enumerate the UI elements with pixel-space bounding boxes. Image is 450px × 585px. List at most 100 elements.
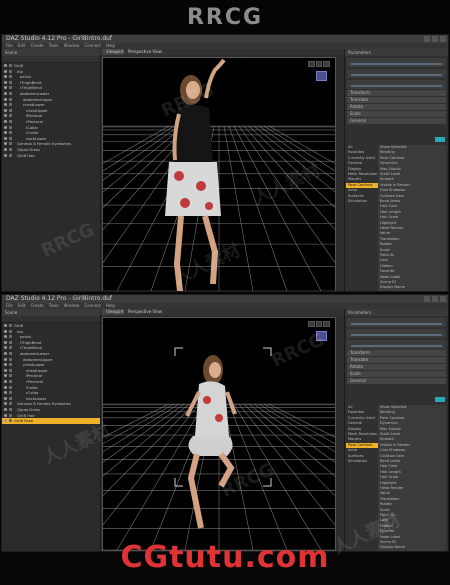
visibility-icon[interactable] <box>4 64 7 67</box>
lock-icon[interactable] <box>9 131 12 135</box>
dolly-camera-button[interactable] <box>323 61 331 67</box>
property-field[interactable]: Preset <box>378 290 446 291</box>
visibility-icon[interactable] <box>4 119 7 123</box>
parameters-tab[interactable]: Parameters <box>345 49 448 56</box>
parameter-section-header[interactable]: Translate <box>347 97 446 103</box>
pan-camera-button[interactable] <box>315 61 323 67</box>
parameters-tab[interactable]: Parameters <box>345 309 448 316</box>
parameter-slider[interactable] <box>351 323 442 325</box>
parameter-slider[interactable] <box>351 334 442 336</box>
lock-icon[interactable] <box>9 402 12 406</box>
lock-icon[interactable] <box>9 142 12 146</box>
visibility-icon[interactable] <box>4 80 7 84</box>
lock-icon[interactable] <box>9 64 12 67</box>
parameter-section-header[interactable]: Translate <box>347 357 446 363</box>
minimize-button[interactable] <box>424 296 430 302</box>
visibility-icon[interactable] <box>4 396 7 400</box>
lock-icon[interactable] <box>9 346 12 350</box>
parameter-section-header[interactable]: Rotate <box>347 364 446 370</box>
lock-icon[interactable] <box>9 80 12 84</box>
visibility-icon[interactable] <box>4 374 7 378</box>
accent-toggle-button[interactable] <box>435 137 445 142</box>
visibility-icon[interactable] <box>4 75 7 79</box>
viewport-tab[interactable]: Perspective View <box>124 309 166 315</box>
parameter-slider[interactable] <box>351 345 442 347</box>
visibility-icon[interactable] <box>4 108 7 112</box>
scene-tab[interactable]: Scene <box>2 309 100 316</box>
lock-icon[interactable] <box>9 391 12 395</box>
visibility-icon[interactable] <box>4 329 7 333</box>
scene-tree-row[interactable]: Girl8 Pose <box>2 418 100 424</box>
lock-icon[interactable] <box>9 385 12 389</box>
parameter-section-header[interactable]: Scale <box>347 111 446 117</box>
lock-icon[interactable] <box>9 97 12 101</box>
parameter-section-header[interactable]: Rotate <box>347 104 446 110</box>
parameter-section-header[interactable]: Scale <box>347 371 446 377</box>
parameter-slider[interactable] <box>351 63 442 65</box>
lock-icon[interactable] <box>9 340 12 344</box>
visibility-icon[interactable] <box>4 142 7 146</box>
visibility-icon[interactable] <box>4 136 7 140</box>
lock-icon[interactable] <box>9 419 12 423</box>
visibility-icon[interactable] <box>4 346 7 350</box>
visibility-icon[interactable] <box>4 147 7 151</box>
visibility-icon[interactable] <box>4 351 7 355</box>
pan-camera-button[interactable] <box>315 321 323 327</box>
lock-icon[interactable] <box>9 329 12 333</box>
lock-icon[interactable] <box>9 335 12 339</box>
visibility-icon[interactable] <box>4 402 7 406</box>
visibility-icon[interactable] <box>4 363 7 367</box>
visibility-icon[interactable] <box>4 97 7 101</box>
character-figure[interactable] <box>165 58 226 291</box>
visibility-icon[interactable] <box>4 103 7 107</box>
close-button[interactable] <box>440 36 446 42</box>
lock-icon[interactable] <box>9 108 12 112</box>
lock-icon[interactable] <box>9 374 12 378</box>
lock-icon[interactable] <box>9 379 12 383</box>
parameter-section-header[interactable]: Transform <box>347 350 446 356</box>
lock-icon[interactable] <box>9 363 12 367</box>
lock-icon[interactable] <box>9 407 12 411</box>
lock-icon[interactable] <box>9 86 12 90</box>
visibility-icon[interactable] <box>4 379 7 383</box>
maximize-button[interactable] <box>432 296 438 302</box>
lock-icon[interactable] <box>9 119 12 123</box>
parameter-slider[interactable] <box>351 74 442 76</box>
visibility-icon[interactable] <box>4 340 7 344</box>
minimize-button[interactable] <box>424 36 430 42</box>
close-button[interactable] <box>440 296 446 302</box>
viewport-3d[interactable] <box>102 57 336 291</box>
scene-tab[interactable]: Scene <box>2 49 100 56</box>
visibility-icon[interactable] <box>4 324 7 327</box>
visibility-icon[interactable] <box>4 131 7 135</box>
lock-icon[interactable] <box>9 125 12 129</box>
visibility-icon[interactable] <box>4 69 7 73</box>
lock-icon[interactable] <box>9 69 12 73</box>
visibility-icon[interactable] <box>4 419 7 423</box>
lock-icon[interactable] <box>9 396 12 400</box>
lock-icon[interactable] <box>9 357 12 361</box>
lock-icon[interactable] <box>9 75 12 79</box>
visibility-icon[interactable] <box>4 368 7 372</box>
lock-icon[interactable] <box>9 153 12 157</box>
lock-icon[interactable] <box>9 103 12 107</box>
lock-icon[interactable] <box>9 147 12 151</box>
orbit-camera-button[interactable] <box>308 61 315 67</box>
lock-icon[interactable] <box>9 413 12 417</box>
visibility-icon[interactable] <box>4 86 7 90</box>
lock-icon[interactable] <box>9 114 12 118</box>
lock-icon[interactable] <box>9 324 12 327</box>
viewport-tab[interactable]: Perspective View <box>124 49 166 55</box>
visibility-icon[interactable] <box>4 335 7 339</box>
lock-icon[interactable] <box>9 136 12 140</box>
lock-icon[interactable] <box>9 91 12 95</box>
visibility-icon[interactable] <box>4 407 7 411</box>
visibility-icon[interactable] <box>4 153 7 157</box>
lock-icon[interactable] <box>9 351 12 355</box>
accent-toggle-button[interactable] <box>435 397 445 402</box>
visibility-icon[interactable] <box>4 385 7 389</box>
parameter-slider[interactable] <box>351 85 442 87</box>
parameter-section-header[interactable]: Transform <box>347 90 446 96</box>
visibility-icon[interactable] <box>4 114 7 118</box>
dolly-camera-button[interactable] <box>323 321 331 327</box>
